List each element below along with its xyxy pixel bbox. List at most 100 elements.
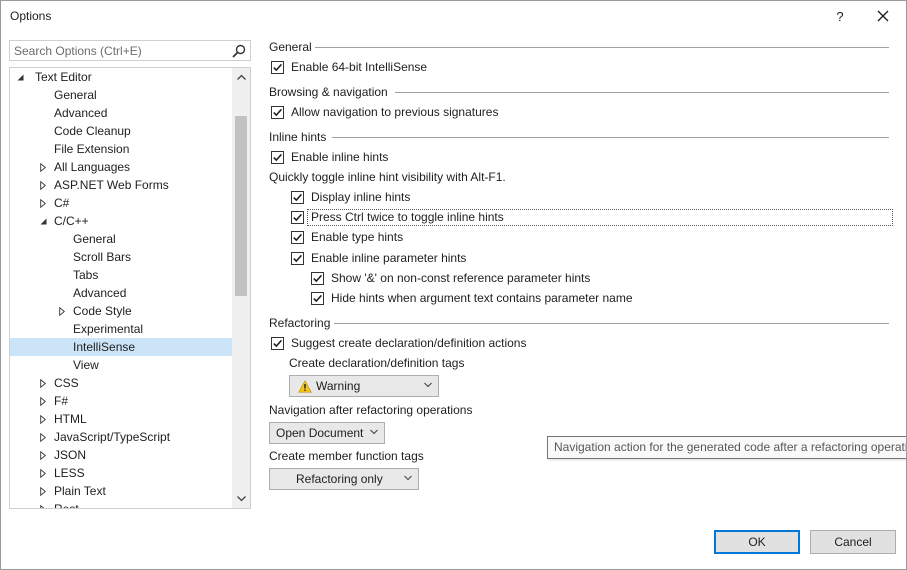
tree-item[interactable]: All Languages xyxy=(10,158,232,176)
tree-item[interactable]: CSS xyxy=(10,374,232,392)
enable-64bit-checkbox[interactable] xyxy=(271,60,284,74)
collapsed-arrow-icon[interactable] xyxy=(38,482,48,500)
press-ctrl-checkbox[interactable] xyxy=(291,210,304,224)
tree-item[interactable]: Advanced xyxy=(10,104,232,122)
option-label: Enable inline parameter hints xyxy=(311,251,467,265)
option-label: Suggest create declaration/definition ac… xyxy=(291,336,527,350)
hide-hints-option[interactable]: Hide hints when argument text contains p… xyxy=(311,289,633,307)
collapsed-arrow-icon[interactable] xyxy=(38,428,48,446)
option-label: Allow navigation to previous signatures xyxy=(291,105,499,119)
tree-item[interactable]: Experimental xyxy=(10,320,232,338)
tree-item-label: C# xyxy=(54,196,70,210)
tree-item-label: Plain Text xyxy=(54,484,106,498)
suggest-actions-checkbox[interactable] xyxy=(271,336,284,350)
param-hints-checkbox[interactable] xyxy=(291,251,304,265)
navigation-dropdown[interactable]: Open Document xyxy=(269,422,385,444)
show-amp-checkbox[interactable] xyxy=(311,271,324,285)
allow-nav-option[interactable]: Allow navigation to previous signatures xyxy=(271,103,498,121)
dropdown-value: Open Document xyxy=(276,426,364,440)
enable-inline-hints-checkbox[interactable] xyxy=(271,150,284,164)
tree-item[interactable]: IntelliSense xyxy=(10,338,232,356)
ok-button[interactable]: OK xyxy=(714,530,800,554)
collapsed-arrow-icon[interactable] xyxy=(38,194,48,212)
collapsed-arrow-icon[interactable] xyxy=(38,410,48,428)
tree-item[interactable]: C# xyxy=(10,194,232,212)
help-button[interactable]: ? xyxy=(827,3,853,29)
section-divider xyxy=(395,92,889,93)
option-label: Display inline hints xyxy=(311,190,411,204)
title-bar: Options ? xyxy=(1,1,906,32)
collapsed-arrow-icon[interactable] xyxy=(38,158,48,176)
close-button[interactable] xyxy=(869,3,897,29)
scrollbar-thumb[interactable] xyxy=(235,116,247,296)
tree-item[interactable]: Rest xyxy=(10,500,232,508)
collapsed-arrow-icon[interactable] xyxy=(38,446,48,464)
collapsed-arrow-icon[interactable] xyxy=(38,374,48,392)
display-inline-hints-option[interactable]: Display inline hints xyxy=(291,188,410,206)
hide-hints-checkbox[interactable] xyxy=(311,291,324,305)
scroll-up-button[interactable] xyxy=(232,68,250,86)
tree-item[interactable]: HTML xyxy=(10,410,232,428)
window-title: Options xyxy=(10,9,52,23)
option-label: Enable type hints xyxy=(311,230,404,244)
tooltip: Navigation action for the generated code… xyxy=(547,436,906,459)
press-ctrl-option[interactable]: Press Ctrl twice to toggle inline hints xyxy=(291,208,504,226)
tree-scrollbar[interactable] xyxy=(232,68,250,508)
allow-nav-checkbox[interactable] xyxy=(271,105,284,119)
type-hints-checkbox[interactable] xyxy=(291,230,304,244)
collapsed-arrow-icon[interactable] xyxy=(38,176,48,194)
tree-item-label: LESS xyxy=(54,466,85,480)
collapsed-arrow-icon[interactable] xyxy=(57,302,67,320)
param-hints-option[interactable]: Enable inline parameter hints xyxy=(291,249,466,267)
section-divider xyxy=(315,47,889,48)
tree-item[interactable]: General xyxy=(10,86,232,104)
chevron-down-icon xyxy=(236,496,246,502)
search-input[interactable] xyxy=(10,41,228,60)
options-tree: Text Editor General Advanced Code Cleanup Fi… xyxy=(9,67,251,509)
tree-item[interactable]: F# xyxy=(10,392,232,410)
tree-item-label: Code Cleanup xyxy=(54,124,131,138)
collapsed-arrow-icon[interactable] xyxy=(38,392,48,410)
expanded-arrow-icon[interactable] xyxy=(15,68,25,86)
show-amp-option[interactable]: Show '&' on non-const reference paramete… xyxy=(311,269,590,287)
tree-item-label: Advanced xyxy=(54,106,108,120)
options-dialog: Options ? Text Editor General Advanced Code… xyxy=(0,0,907,570)
tree-item-label: F# xyxy=(54,394,69,408)
search-icon[interactable] xyxy=(231,43,247,59)
tree-item[interactable]: Plain Text xyxy=(10,482,232,500)
tree-item[interactable]: ASP.NET Web Forms xyxy=(10,176,232,194)
tree-item[interactable]: JSON xyxy=(10,446,232,464)
display-inline-hints-checkbox[interactable] xyxy=(291,190,304,204)
tree-item-label: General xyxy=(54,88,97,102)
tree-item[interactable]: Code Cleanup xyxy=(10,122,232,140)
declaration-tags-dropdown[interactable]: Warning xyxy=(289,375,439,397)
tree-item[interactable]: File Extension xyxy=(10,140,232,158)
tree-item[interactable]: Text Editor xyxy=(10,68,232,86)
collapsed-arrow-icon[interactable] xyxy=(38,500,48,508)
chevron-down-icon xyxy=(424,382,432,388)
suggest-actions-option[interactable]: Suggest create declaration/definition ac… xyxy=(271,334,526,352)
tree-item[interactable]: LESS xyxy=(10,464,232,482)
scroll-down-button[interactable] xyxy=(232,490,250,508)
enable-64bit-option[interactable]: Enable 64-bit IntelliSense xyxy=(271,58,427,76)
tree-item[interactable]: Code Style xyxy=(10,302,232,320)
enable-inline-hints-option[interactable]: Enable inline hints xyxy=(271,148,388,166)
tree-item[interactable]: C/C++ xyxy=(10,212,232,230)
section-divider xyxy=(334,323,889,324)
cancel-button[interactable]: Cancel xyxy=(810,530,896,554)
expanded-arrow-icon[interactable] xyxy=(38,212,48,230)
tree-item-label: All Languages xyxy=(54,160,131,174)
tree-item[interactable]: JavaScript/TypeScript xyxy=(10,428,232,446)
tree-item-label: Experimental xyxy=(73,322,144,336)
member-tags-dropdown[interactable]: Refactoring only xyxy=(269,468,419,490)
type-hints-option[interactable]: Enable type hints xyxy=(291,228,403,246)
close-icon xyxy=(877,10,889,22)
collapsed-arrow-icon[interactable] xyxy=(38,464,48,482)
tree-item[interactable]: View xyxy=(10,356,232,374)
tree-item[interactable]: Tabs xyxy=(10,266,232,284)
tree-item[interactable]: Scroll Bars xyxy=(10,248,232,266)
tree-item-label: File Extension xyxy=(54,142,130,156)
tree-item[interactable]: Advanced xyxy=(10,284,232,302)
tags-label: Create declaration/definition tags xyxy=(289,356,465,370)
tree-item[interactable]: General xyxy=(10,230,232,248)
